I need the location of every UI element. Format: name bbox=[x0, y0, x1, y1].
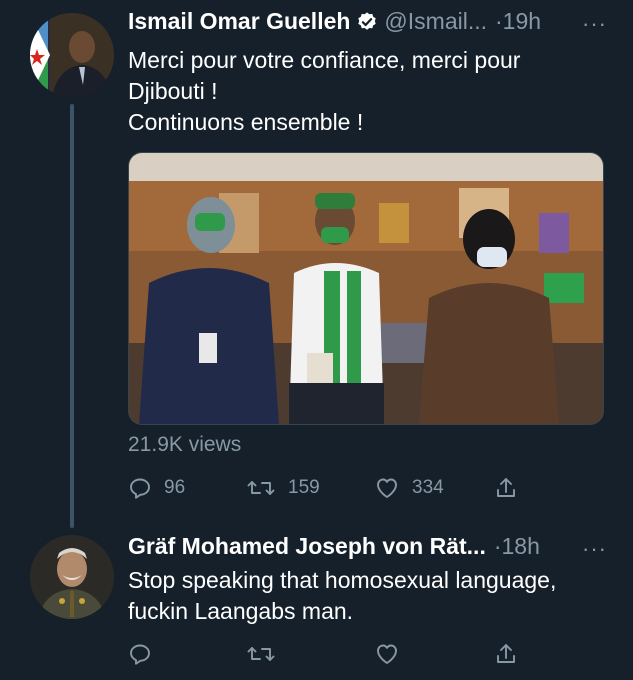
tweet-actions bbox=[128, 642, 528, 666]
like-icon bbox=[377, 478, 397, 498]
like-icon bbox=[377, 644, 397, 664]
more-icon[interactable]: ··· bbox=[582, 536, 607, 562]
display-name[interactable]: Gräf Mohamed Joseph von Rät... bbox=[128, 533, 486, 560]
share-button[interactable] bbox=[494, 476, 518, 500]
reply-button[interactable]: 96 bbox=[128, 476, 246, 500]
retweet-icon bbox=[247, 481, 275, 495]
retweet-button[interactable]: 159 bbox=[246, 476, 374, 500]
retweet-button[interactable] bbox=[246, 642, 374, 666]
tweet-text: Merci pour votre confiance, merci pour D… bbox=[128, 45, 520, 138]
like-button[interactable] bbox=[374, 642, 494, 666]
reply-icon bbox=[130, 644, 150, 665]
tweet-text-line: Stop speaking that homosexual language, bbox=[128, 567, 557, 593]
share-icon bbox=[497, 644, 515, 663]
share-icon bbox=[497, 478, 515, 497]
tweet-text-line: Continuons ensemble ! bbox=[128, 109, 364, 135]
tweet-text-line: fuckin Laangabs man. bbox=[128, 598, 354, 624]
verified-icon bbox=[356, 11, 378, 33]
reply-count: 96 bbox=[164, 477, 186, 498]
retweet-count: 159 bbox=[288, 477, 320, 498]
timestamp[interactable]: ·18h bbox=[494, 533, 540, 560]
display-name[interactable]: Ismail Omar Guelleh bbox=[128, 8, 350, 35]
tweet-text-line: Merci pour votre confiance, merci pour bbox=[128, 47, 521, 73]
thread-line bbox=[70, 104, 74, 528]
tweet-header: Ismail Omar Guelleh @Ismail... ·19h bbox=[128, 8, 541, 35]
reply-icon bbox=[130, 478, 150, 499]
timestamp[interactable]: ·19h bbox=[495, 8, 541, 35]
view-count: 21.9K views bbox=[128, 433, 242, 456]
avatar[interactable] bbox=[30, 13, 114, 97]
video-thumbnail[interactable] bbox=[128, 152, 604, 425]
more-icon[interactable]: ··· bbox=[582, 11, 607, 37]
like-button[interactable]: 334 bbox=[374, 476, 494, 500]
reply-button[interactable] bbox=[128, 642, 246, 666]
like-count: 334 bbox=[412, 477, 444, 498]
tweet-text-line: Djibouti ! bbox=[128, 78, 218, 104]
tweet-header: Gräf Mohamed Joseph von Rät... ·18h bbox=[128, 533, 540, 560]
user-handle[interactable]: @Ismail... bbox=[384, 8, 487, 35]
retweet-icon bbox=[247, 647, 275, 661]
share-button[interactable] bbox=[494, 642, 518, 666]
avatar[interactable] bbox=[30, 535, 114, 619]
tweet-actions: 96 159 334 bbox=[128, 476, 528, 500]
tweet-text: Stop speaking that homosexual language, … bbox=[128, 565, 556, 627]
